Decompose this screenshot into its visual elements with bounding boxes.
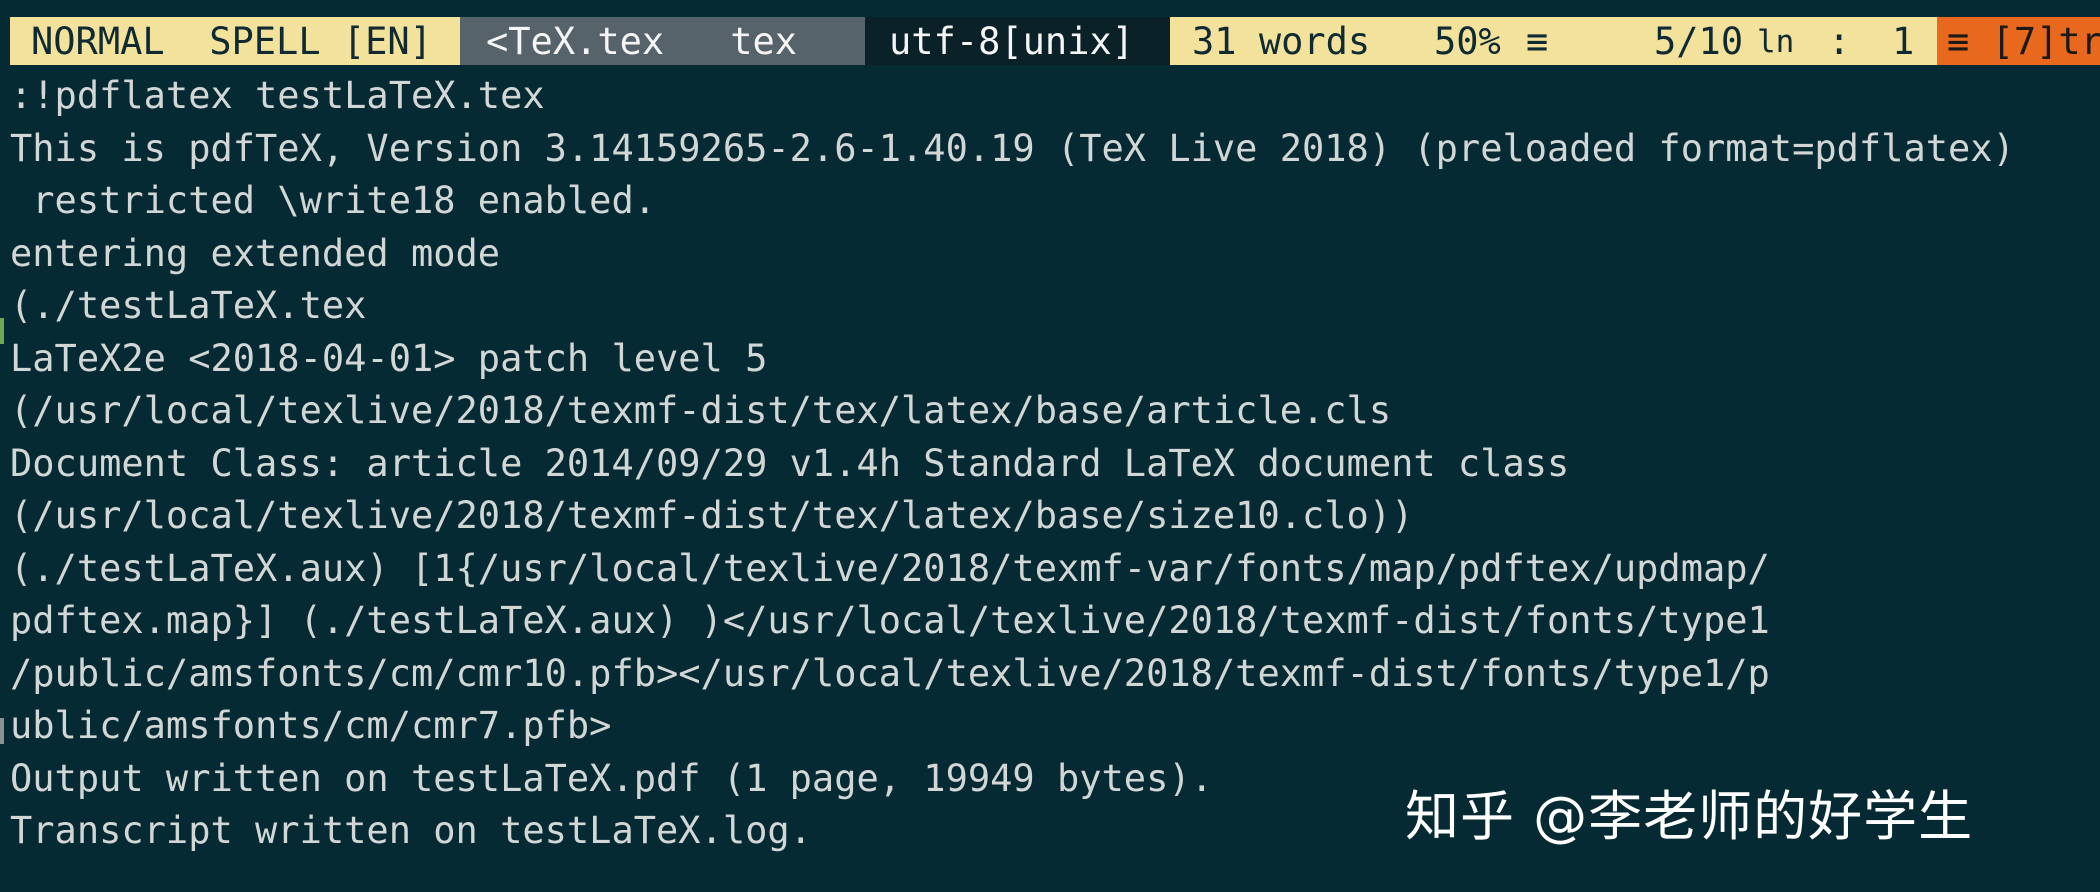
output-line: (./testLaTeX.aux) [1{/usr/local/texlive/… (10, 546, 1770, 590)
output-line: ublic/amsfonts/cm/cmr7.pfb> (10, 704, 612, 747)
gutter-marker (0, 318, 4, 344)
scroll-percent: 50% (1434, 20, 1501, 63)
mode-indicator: NORMAL (31, 20, 165, 63)
vim-statusline: NORMAL SPELL [EN] <TeX.tex tex utf-8[unix… (10, 17, 2100, 65)
file-encoding: utf-8[unix] (889, 20, 1135, 63)
line-position: 5/10 (1654, 20, 1744, 63)
output-line: (/usr/local/texlive/2018/texmf-dist/tex/… (10, 389, 1392, 432)
output-line: :!pdflatex testLaTeX.tex (10, 74, 545, 117)
output-line: (./testLaTeX.tex (10, 284, 367, 327)
file-name: <TeX.tex (486, 20, 665, 63)
terminal-window: NORMAL SPELL [EN] <TeX.tex tex utf-8[unix… (0, 0, 2100, 892)
column-separator: : (1828, 20, 1851, 63)
output-line: restricted \write18 enabled. (10, 179, 657, 222)
output-line: entering extended mode (10, 231, 501, 275)
watermark: 知乎 @李老师的好学生 (1405, 785, 1974, 848)
encoding-segment: utf-8[unix] (865, 17, 1170, 65)
command-output: :!pdflatex testLaTeX.tex This is pdfTeX,… (10, 70, 2080, 858)
output-line: /public/amsfonts/cm/cmr10.pfb></usr/loca… (10, 651, 1770, 695)
output-line: Document Class: article 2014/09/29 v1.4h… (10, 441, 1570, 485)
menu-icon: ≡ (1526, 20, 1549, 63)
output-line: (/usr/local/texlive/2018/texmf-dist/tex/… (10, 494, 1414, 537)
trailing-warning: [7]tr (1991, 20, 2100, 63)
spell-indicator: SPELL [EN] (209, 20, 432, 63)
gutter-marker (0, 718, 4, 744)
warning-icon: ≡ (1947, 20, 1970, 63)
output-line: This is pdfTeX, Version 3.14159265-2.6-1… (10, 126, 2015, 170)
file-type: tex (730, 20, 798, 63)
file-segment: <TeX.tex tex (460, 17, 865, 65)
mode-segment: NORMAL SPELL [EN] (10, 17, 460, 65)
line-number-icon: ln (1757, 24, 1795, 60)
warning-segment: ≡ [7]tr (1937, 17, 2100, 65)
word-count: 31 words (1192, 20, 1371, 63)
output-line: pdftex.map}] (./testLaTeX.aux) )</usr/lo… (10, 599, 1770, 642)
stats-segment: 31 words 50% ≡ 5/10 ln : 1 (1170, 17, 1937, 65)
output-line: LaTeX2e <2018-04-01> patch level 5 (10, 336, 768, 380)
column-number: 1 (1892, 20, 1915, 63)
